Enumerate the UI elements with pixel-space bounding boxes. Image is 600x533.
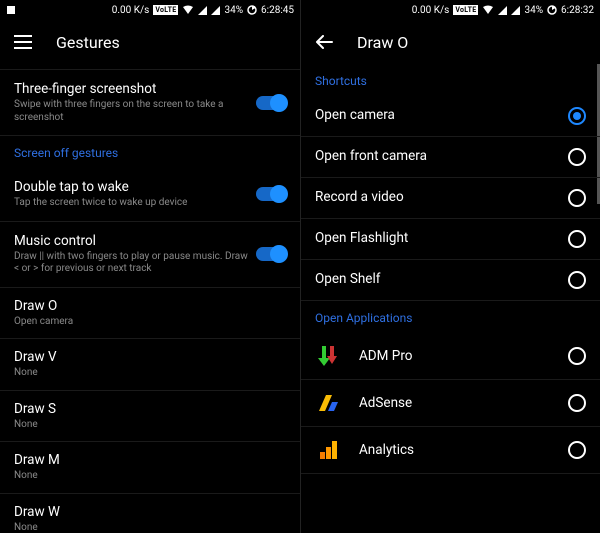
row-sub: Tap the screen twice to wake up device [14,197,248,210]
row-sub: Swipe with three fingers on the screen t… [14,99,248,124]
volte-badge: VoLTE [153,5,178,15]
row-title: Music control [14,233,248,249]
battery-pct: 34% [524,5,543,16]
draw-s-row[interactable]: Draw S None [0,391,300,443]
row-title: Record a video [315,189,560,205]
section-shortcuts: Shortcuts [301,64,600,96]
signal-icon-2 [211,6,220,15]
row-sub: None [14,470,286,483]
app-title: Analytics [359,442,568,458]
wifi-icon [482,5,494,15]
battery-icon [547,5,557,15]
row-title: Open front camera [315,148,560,164]
row-title: Draw M [14,452,286,468]
radio-shelf[interactable] [568,271,586,289]
gestures-screen: 0.00 K/s VoLTE 34% 6:28:45 Gestures Thre… [0,0,300,533]
status-bar: 0.00 K/s VoLTE 34% 6:28:45 [0,0,300,20]
shortcut-open-shelf[interactable]: Open Shelf [301,260,600,301]
section-open-apps: Open Applications [301,301,600,333]
draw-w-row[interactable]: Draw W None [0,494,300,533]
toggle-double-tap[interactable] [256,187,286,201]
gestures-list: Three-finger screenshot Swipe with three… [0,64,300,533]
row-title: Double tap to wake [14,179,248,195]
row-sub: Draw || with two fingers to play or paus… [14,251,248,276]
shortcut-record-video[interactable]: Record a video [301,178,600,219]
shortcut-open-camera[interactable]: Open camera [301,96,600,137]
volte-badge: VoLTE [453,5,478,15]
row-title: Draw V [14,349,286,365]
row-sub: None [14,522,286,533]
adm-icon [315,343,341,369]
app-title: AdSense [359,395,568,411]
row-sub: Open camera [14,316,286,329]
radio-record-video[interactable] [568,189,586,207]
music-control-row[interactable]: Music control Draw || with two fingers t… [0,222,300,288]
battery-pct: 34% [224,5,243,16]
row-title: Draw O [14,298,286,314]
radio-adsense[interactable] [568,394,586,412]
row-sub: None [14,419,286,432]
toggle-three-finger[interactable] [256,96,286,110]
radio-flashlight[interactable] [568,230,586,248]
row-sub: None [14,367,286,380]
row-title: Three-finger screenshot [14,81,248,97]
page-title: Gestures [56,33,120,52]
radio-open-camera[interactable] [568,107,586,125]
draw-o-row[interactable]: Draw O Open camera [0,288,300,340]
radio-adm[interactable] [568,347,586,365]
adsense-icon [315,390,341,416]
row-title: Open Flashlight [315,230,560,246]
app-adsense[interactable]: AdSense [301,380,600,427]
row-title: Open camera [315,107,560,123]
draw-v-row[interactable]: Draw V None [0,339,300,391]
battery-icon [247,5,257,15]
app-adm-pro[interactable]: ADM Pro [301,333,600,380]
signal-icon [198,6,207,15]
menu-icon[interactable] [14,35,32,49]
row-title: Open Shelf [315,271,560,287]
analytics-icon [315,437,341,463]
draw-o-screen: 0.00 K/s VoLTE 34% 6:28:32 Draw O Shortc… [300,0,600,533]
wifi-icon [182,5,194,15]
row-title: Draw S [14,401,286,417]
radio-analytics[interactable] [568,441,586,459]
back-icon[interactable] [315,35,333,49]
three-finger-row[interactable]: Three-finger screenshot Swipe with three… [0,70,300,136]
titlebar: Gestures [0,20,300,64]
row-title: Draw W [14,504,286,520]
status-bar: 0.00 K/s VoLTE 34% 6:28:32 [301,0,600,20]
clock: 6:28:45 [261,5,294,16]
net-speed: 0.00 K/s [412,5,450,16]
signal-icon [498,6,507,15]
section-screen-off: Screen off gestures [0,136,300,168]
signal-icon-2 [511,6,520,15]
shortcut-open-front-camera[interactable]: Open front camera [301,137,600,178]
radio-front-camera[interactable] [568,148,586,166]
titlebar: Draw O [301,20,600,64]
clock: 6:28:32 [561,5,594,16]
app-title: ADM Pro [359,348,568,364]
toggle-music[interactable] [256,247,286,261]
double-tap-row[interactable]: Double tap to wake Tap the screen twice … [0,168,300,222]
draw-o-list: Shortcuts Open camera Open front camera … [301,64,600,474]
download-icon [6,5,16,15]
net-speed: 0.00 K/s [112,5,150,16]
draw-m-row[interactable]: Draw M None [0,442,300,494]
shortcut-open-flashlight[interactable]: Open Flashlight [301,219,600,260]
app-analytics[interactable]: Analytics [301,427,600,474]
page-title: Draw O [357,33,408,52]
